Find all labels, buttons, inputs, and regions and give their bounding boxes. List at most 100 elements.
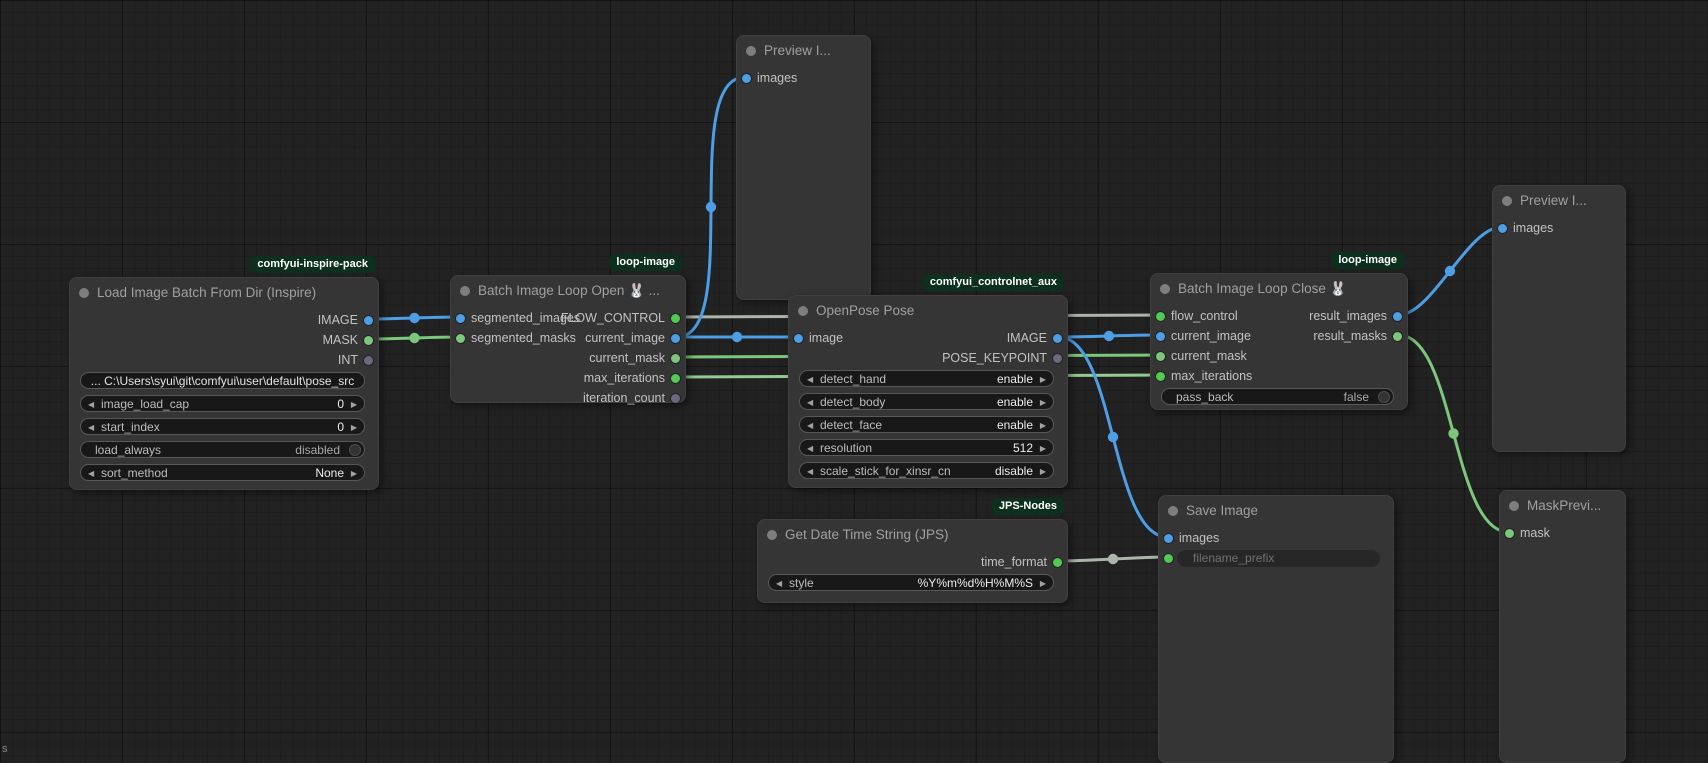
increment-arrow-icon[interactable]: ▶: [351, 465, 357, 481]
output-slot-dot[interactable]: [671, 354, 680, 363]
node-collapse-dot[interactable]: [460, 286, 470, 296]
widget-style[interactable]: ◀style%Y%m%d%H%M%S▶: [768, 574, 1054, 591]
node-maskpreview[interactable]: MaskPrevi... mask: [1499, 490, 1626, 763]
output-slot-dot[interactable]: [1053, 334, 1062, 343]
link-midpoint-dot[interactable]: [409, 333, 419, 343]
node-save[interactable]: Save Imageimagesfilename_prefix: [1158, 495, 1394, 763]
node-openpose[interactable]: OpenPose PoseimageIMAGEPOSE_KEYPOINT◀det…: [788, 295, 1068, 488]
node-title-bar[interactable]: Load Image Batch From Dir (Inspire): [70, 278, 378, 308]
output-slot-dot[interactable]: [364, 316, 373, 325]
node-close[interactable]: Batch Image Loop Close 🐰flow_controlcurr…: [1150, 273, 1408, 410]
input-slot-mask: mask: [1500, 524, 1625, 542]
increment-arrow-icon[interactable]: ▶: [1040, 463, 1046, 479]
link-midpoint-dot[interactable]: [1445, 266, 1455, 276]
node-open[interactable]: Batch Image Loop Open 🐰 ...segmented_ima…: [450, 275, 686, 403]
node-title-bar[interactable]: Batch Image Loop Close 🐰: [1151, 274, 1407, 304]
node-collapse-dot[interactable]: [79, 288, 89, 298]
increment-arrow-icon[interactable]: ▶: [1040, 394, 1046, 410]
increment-arrow-icon[interactable]: ▶: [1040, 417, 1046, 433]
output-slot-dot[interactable]: [671, 334, 680, 343]
node-load[interactable]: Load Image Batch From Dir (Inspire)IMAGE…: [69, 277, 379, 490]
graph-canvas[interactable]: Load Image Batch From Dir (Inspire)IMAGE…: [0, 0, 1708, 763]
node-preview_right[interactable]: Preview I...images: [1492, 185, 1626, 452]
node-datetime[interactable]: Get Date Time String (JPS) time_format ◀st…: [757, 519, 1068, 603]
increment-arrow-icon[interactable]: ▶: [351, 419, 357, 435]
link-midpoint-dot[interactable]: [1108, 554, 1118, 564]
link-midpoint-dot[interactable]: [409, 313, 419, 323]
node-title-bar[interactable]: Preview I...: [1493, 186, 1625, 216]
widget-filename_prefix[interactable]: filename_prefix: [1177, 550, 1380, 567]
output-slot-label: time_format: [981, 553, 1047, 571]
output-slot-dot[interactable]: [1393, 332, 1402, 341]
decrement-arrow-icon[interactable]: ◀: [807, 417, 813, 433]
link-midpoint-dot[interactable]: [1108, 432, 1118, 442]
decrement-arrow-icon[interactable]: ◀: [807, 440, 813, 456]
decrement-arrow-icon[interactable]: ◀: [88, 419, 94, 435]
widget-scale_stick_for_xinsr_cn[interactable]: ◀scale_stick_for_xinsr_cndisable▶: [799, 462, 1054, 479]
node-title-bar[interactable]: OpenPose Pose: [789, 296, 1067, 326]
node-collapse-dot[interactable]: [767, 530, 777, 540]
node-title: OpenPose Pose: [816, 303, 914, 318]
node-collapse-dot[interactable]: [1502, 196, 1512, 206]
widget-label: image_load_cap: [101, 396, 189, 412]
widget-image_load_cap[interactable]: ◀image_load_cap0▶: [80, 395, 365, 412]
widget-label: resolution: [820, 440, 872, 456]
node-collapse-dot[interactable]: [1160, 284, 1170, 294]
increment-arrow-icon[interactable]: ▶: [351, 396, 357, 412]
widget-detect_body[interactable]: ◀detect_bodyenable▶: [799, 393, 1054, 410]
decrement-arrow-icon[interactable]: ◀: [776, 575, 782, 591]
node-collapse-dot[interactable]: [1168, 506, 1178, 516]
output-slot-dot[interactable]: [671, 374, 680, 383]
node-source-badge: comfyui_controlnet_aux: [923, 274, 1064, 291]
widget-start_index[interactable]: ◀start_index0▶: [80, 418, 365, 435]
increment-arrow-icon[interactable]: ▶: [1040, 575, 1046, 591]
decrement-arrow-icon[interactable]: ◀: [807, 463, 813, 479]
link-midpoint-dot[interactable]: [1448, 428, 1458, 438]
increment-arrow-icon[interactable]: ▶: [1040, 440, 1046, 456]
link-midpoint-dot[interactable]: [732, 332, 742, 342]
input-slot-label: mask: [1520, 524, 1550, 542]
widget-directory[interactable]: ... C:\Users\syui\git\comfyui\user\defau…: [80, 372, 365, 389]
output-slot-FLOW_CONTROL: FLOW_CONTROL: [451, 309, 685, 327]
decrement-arrow-icon[interactable]: ◀: [88, 465, 94, 481]
input-slot-dot[interactable]: [742, 74, 751, 83]
widget-detect_hand[interactable]: ◀detect_handenable▶: [799, 370, 1054, 387]
input-slot-dot[interactable]: [1164, 534, 1173, 543]
input-slot-dot[interactable]: [1498, 224, 1507, 233]
decrement-arrow-icon[interactable]: ◀: [88, 396, 94, 412]
output-slot-dot[interactable]: [1393, 312, 1402, 321]
node-title-bar[interactable]: MaskPrevi...: [1500, 491, 1625, 521]
output-slot-dot[interactable]: [364, 356, 373, 365]
link-midpoint-dot[interactable]: [1104, 331, 1114, 341]
node-collapse-dot[interactable]: [798, 306, 808, 316]
node-collapse-dot[interactable]: [746, 46, 756, 56]
widget-pass_back[interactable]: pass_backfalse: [1161, 388, 1394, 405]
widget-detect_face[interactable]: ◀detect_faceenable▶: [799, 416, 1054, 433]
node-title-bar[interactable]: Get Date Time String (JPS): [758, 520, 1067, 550]
widget-load_always[interactable]: load_alwaysdisabled: [80, 441, 365, 458]
output-slot-INT: INT: [70, 351, 378, 369]
input-slot-dot[interactable]: [1156, 352, 1165, 361]
node-collapse-dot[interactable]: [1509, 501, 1519, 511]
output-slot-dot[interactable]: [364, 336, 373, 345]
output-slot-dot[interactable]: [671, 394, 680, 403]
input-slot-dot[interactable]: [1156, 372, 1165, 381]
node-preview_top[interactable]: Preview I...images: [736, 35, 871, 300]
decrement-arrow-icon[interactable]: ◀: [807, 394, 813, 410]
toggle-knob[interactable]: [1378, 391, 1390, 403]
widget-sort_method[interactable]: ◀sort_methodNone▶: [80, 464, 365, 481]
input-slot-dot[interactable]: [1164, 554, 1173, 563]
decrement-arrow-icon[interactable]: ◀: [807, 371, 813, 387]
node-title-bar[interactable]: Save Image: [1159, 496, 1393, 526]
widget-resolution[interactable]: ◀resolution512▶: [799, 439, 1054, 456]
node-title-bar[interactable]: Batch Image Loop Open 🐰 ...: [451, 276, 685, 306]
output-slot-dot[interactable]: [1053, 558, 1062, 567]
output-slot-dot[interactable]: [671, 314, 680, 323]
output-slot-dot[interactable]: [1053, 354, 1062, 363]
increment-arrow-icon[interactable]: ▶: [1040, 371, 1046, 387]
node-title-bar[interactable]: Preview I...: [737, 36, 870, 66]
input-slot-dot[interactable]: [1505, 529, 1514, 538]
widget-value: disable: [995, 463, 1033, 479]
link-midpoint-dot[interactable]: [706, 202, 716, 212]
toggle-knob[interactable]: [349, 444, 361, 456]
